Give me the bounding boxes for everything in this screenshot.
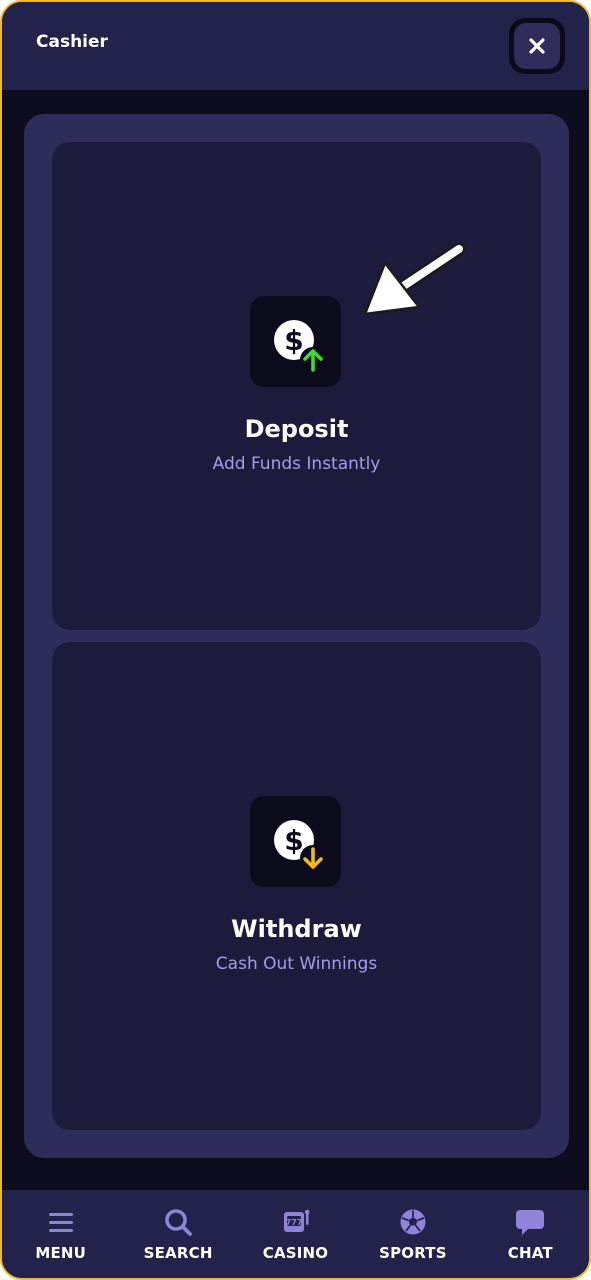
nav-chat-label: CHAT	[507, 1244, 553, 1262]
nav-casino-label: CASINO	[262, 1244, 329, 1262]
nav-chat[interactable]: CHAT	[472, 1190, 589, 1278]
slot-machine-icon: 777	[280, 1206, 312, 1238]
nav-sports[interactable]: SPORTS	[354, 1190, 471, 1278]
nav-menu[interactable]: MENU	[2, 1190, 119, 1278]
page-title: Cashier	[36, 32, 108, 52]
search-icon	[162, 1206, 194, 1238]
svg-text:777: 777	[285, 1218, 302, 1227]
bottom-nav: MENU SEARCH 777 CASINO SPORTS CHAT	[2, 1190, 589, 1278]
withdraw-subtitle: Cash Out Winnings	[215, 954, 378, 974]
chat-icon	[514, 1206, 546, 1238]
close-icon	[529, 38, 545, 54]
menu-icon	[45, 1206, 77, 1238]
nav-menu-label: MENU	[35, 1244, 87, 1262]
nav-casino[interactable]: 777 CASINO	[237, 1190, 354, 1278]
dollar-down-icon: $	[250, 796, 341, 887]
withdraw-title: Withdraw	[231, 915, 362, 943]
close-button[interactable]	[509, 18, 565, 74]
nav-search-label: SEARCH	[143, 1244, 213, 1262]
dollar-up-icon: $	[250, 296, 341, 387]
nav-search[interactable]: SEARCH	[119, 1190, 236, 1278]
header-bar: Cashier	[2, 2, 589, 90]
soccer-ball-icon	[397, 1206, 429, 1238]
svg-text:$: $	[284, 324, 303, 357]
withdraw-card[interactable]: $ Withdraw Cash Out Winnings	[52, 642, 541, 1130]
cashier-screen: Cashier $ Deposit Add Funds Instantly $ …	[0, 0, 591, 1280]
deposit-card[interactable]: $ Deposit Add Funds Instantly	[52, 142, 541, 630]
content-area: $ Deposit Add Funds Instantly $ Withdraw…	[2, 90, 589, 1190]
pointer-arrow-icon	[363, 242, 466, 316]
cashier-panel: $ Deposit Add Funds Instantly $ Withdraw…	[24, 114, 569, 1158]
nav-sports-label: SPORTS	[379, 1244, 447, 1262]
deposit-subtitle: Add Funds Instantly	[212, 454, 381, 474]
svg-text:$: $	[284, 824, 303, 857]
deposit-title: Deposit	[244, 415, 349, 443]
